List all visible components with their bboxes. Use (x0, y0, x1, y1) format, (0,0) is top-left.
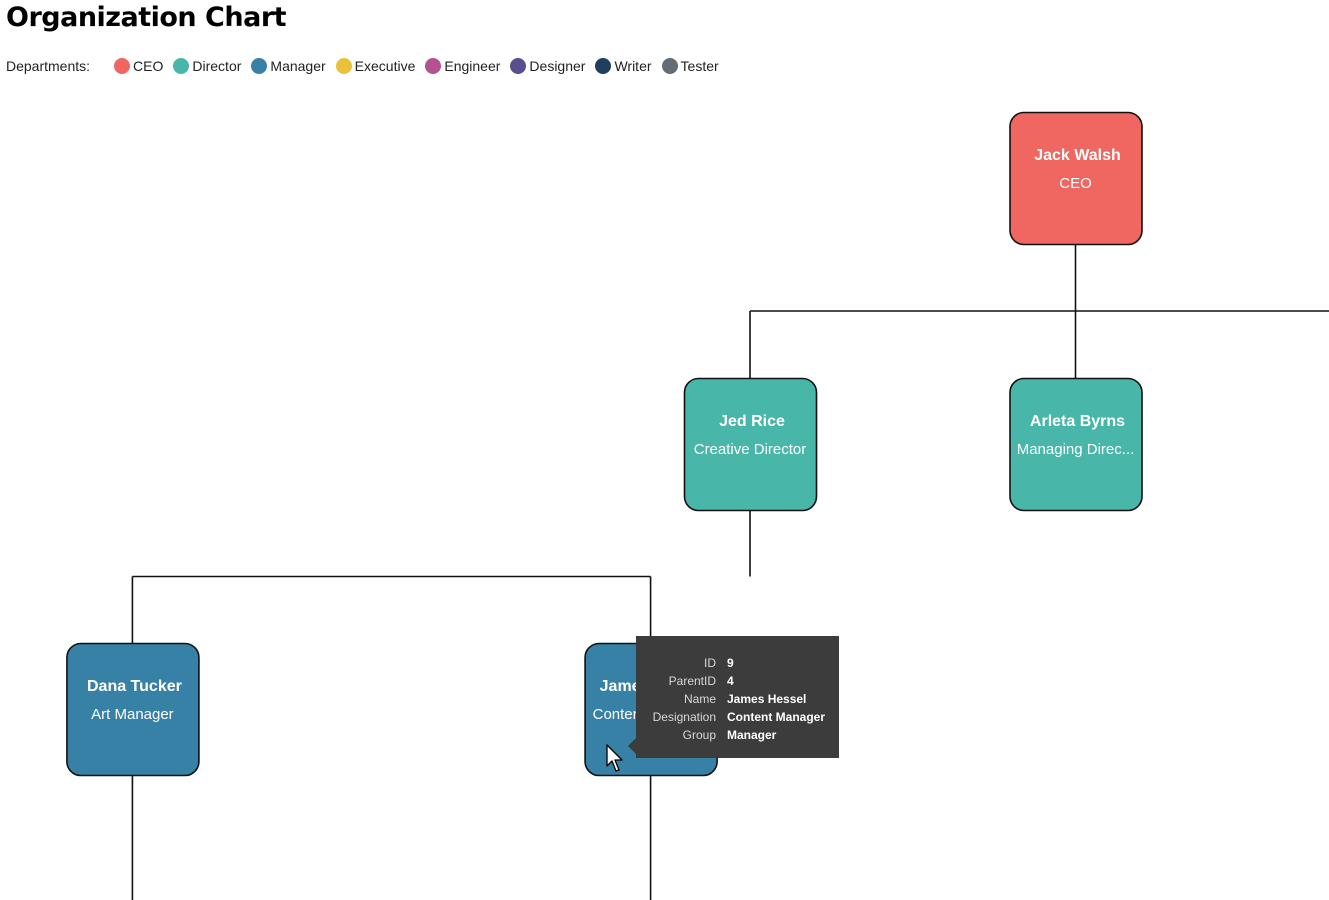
tooltip-row-id: ID 9 (636, 654, 839, 672)
node-name: Jack Walsh (1034, 147, 1121, 164)
connectors (131, 244, 1329, 900)
org-node-arleta-byrns[interactable]: Arleta Byrns Managing Direc... (1009, 377, 1143, 512)
node-name: Arleta Byrns (1030, 413, 1125, 430)
org-node-dana-tucker[interactable]: Dana Tucker Art Manager (66, 642, 200, 777)
node-tooltip: ID 9 ParentID 4 Name James Hessel Designati… (628, 636, 839, 758)
tooltip-row-designation: Designation Content Manager (636, 708, 839, 726)
tooltip-value: James Hessel (727, 692, 807, 706)
tooltip-key: Name (683, 692, 716, 706)
node-designation: CEO (1059, 175, 1092, 192)
org-chart-canvas: Jack Walsh CEO Jed Rice Creative Director Ar… (66, 111, 1329, 900)
tooltip-key: Group (682, 728, 716, 742)
tooltip-row-group: Group Manager (636, 726, 839, 744)
node-designation: Managing Direc... (1017, 441, 1135, 458)
tooltip-row-parentid: ParentID 4 (636, 672, 839, 690)
tooltip-row-name: Name James Hessel (636, 690, 839, 708)
node-name: Dana Tucker (87, 678, 182, 695)
tooltip-key: ID (704, 656, 716, 670)
tooltip-key: Designation (652, 710, 716, 724)
tooltip-value: 9 (727, 656, 734, 670)
org-node-jack-walsh[interactable]: Jack Walsh CEO (1009, 111, 1143, 246)
tooltip-value: Manager (727, 728, 777, 742)
node-designation: Creative Director (694, 441, 807, 458)
tooltip-key: ParentID (668, 674, 716, 688)
node-designation: Art Manager (91, 706, 174, 723)
org-node-jed-rice[interactable]: Jed Rice Creative Director (683, 377, 818, 512)
mouse-cursor-icon (606, 744, 623, 772)
tooltip-value: Content Manager (727, 710, 826, 724)
node-name: Jed Rice (719, 413, 785, 430)
tooltip-value: 4 (727, 674, 734, 688)
